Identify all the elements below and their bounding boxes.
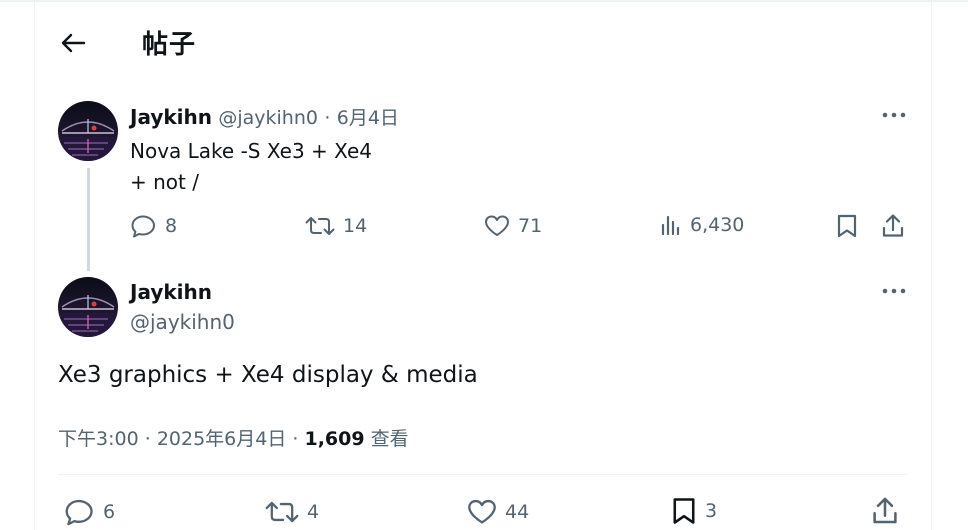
separator: · xyxy=(292,428,299,450)
retweet-count: 4 xyxy=(307,501,320,523)
bookmark-button[interactable] xyxy=(836,213,858,239)
more-icon xyxy=(882,112,906,118)
bookmark-button[interactable]: 3 xyxy=(671,496,717,526)
like-count: 71 xyxy=(518,215,543,237)
page-header: 帖子 xyxy=(34,14,932,72)
divider xyxy=(58,474,908,475)
separator: · xyxy=(144,428,151,450)
thread-connector xyxy=(87,168,90,271)
reply-count: 8 xyxy=(165,215,178,237)
tweet-time[interactable]: 下午3:00 xyxy=(58,428,139,450)
heart-icon xyxy=(468,499,496,524)
view-count: 6,430 xyxy=(690,214,745,236)
reply-button[interactable]: 6 xyxy=(65,498,115,526)
retweet-button[interactable]: 4 xyxy=(265,498,319,526)
retweet-button[interactable]: 14 xyxy=(305,214,367,238)
share-icon xyxy=(873,497,897,524)
more-icon xyxy=(882,288,906,294)
handle[interactable]: @jaykihn0 xyxy=(218,107,318,129)
reply-icon xyxy=(131,215,155,238)
more-options-button[interactable] xyxy=(879,281,909,301)
tweet-text-line: + not / xyxy=(130,170,199,194)
share-button[interactable] xyxy=(881,213,905,239)
avatar-image xyxy=(58,101,118,161)
analytics-icon xyxy=(661,215,680,236)
bookmark-count: 3 xyxy=(705,500,718,522)
display-name[interactable]: Jaykihn xyxy=(130,105,212,129)
reply-button[interactable]: 8 xyxy=(131,214,177,238)
share-button[interactable] xyxy=(871,496,899,526)
separator: · xyxy=(324,107,331,129)
retweet-icon xyxy=(305,217,335,235)
page-title: 帖子 xyxy=(142,30,197,60)
back-button[interactable] xyxy=(56,28,90,58)
share-icon xyxy=(882,214,904,237)
like-button[interactable]: 44 xyxy=(467,498,529,526)
tweet-text: Nova Lake -S Xe3 + Xe4 + not / xyxy=(130,136,372,198)
views-button[interactable]: 6,430 xyxy=(660,214,744,236)
display-name[interactable]: Jaykihn xyxy=(130,280,212,304)
view-count: 1,609 xyxy=(304,428,365,450)
tweet-date[interactable]: 2025年6月4日 xyxy=(157,428,287,450)
retweet-count: 14 xyxy=(343,215,368,237)
heart-icon xyxy=(485,215,509,236)
avatar[interactable] xyxy=(58,101,118,161)
handle[interactable]: @jaykihn0 xyxy=(130,310,235,334)
retweet-icon xyxy=(265,501,299,523)
like-count: 44 xyxy=(505,501,530,523)
tweet-text-line: Nova Lake -S Xe3 + Xe4 xyxy=(130,139,372,163)
reply-icon xyxy=(65,499,93,526)
reply-count: 6 xyxy=(103,501,116,523)
avatar-image xyxy=(58,277,118,337)
bookmark-icon xyxy=(673,498,695,524)
avatar[interactable] xyxy=(58,277,118,337)
view-label: 查看 xyxy=(370,428,409,450)
tweet-date[interactable]: 6月4日 xyxy=(337,107,399,129)
tweet-meta: 下午3:00 · 2025年6月4日 · 1,609 查看 xyxy=(58,424,409,451)
arrow-left-icon xyxy=(61,33,86,53)
tweet-header: Jaykihn @jaykihn0 · 6月4日 xyxy=(130,103,399,130)
more-options-button[interactable] xyxy=(879,105,909,125)
like-button[interactable]: 71 xyxy=(484,214,542,238)
tweet-text: Xe3 graphics + Xe4 display & media xyxy=(58,362,478,388)
bookmark-icon xyxy=(837,214,857,238)
